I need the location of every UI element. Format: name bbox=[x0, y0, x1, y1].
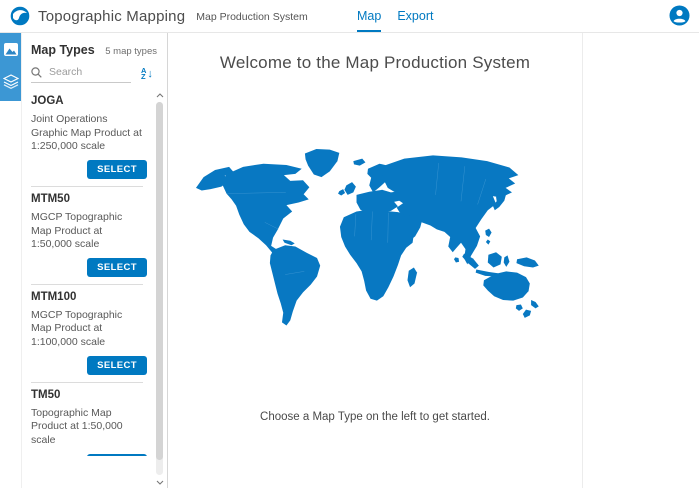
instruction-text: Choose a Map Type on the left to get sta… bbox=[168, 411, 582, 423]
tool-block bbox=[0, 33, 21, 101]
app-body: Map Types 5 map types A Z ↓ bbox=[0, 33, 699, 488]
map-type-name: JOGA bbox=[31, 95, 143, 107]
sort-az-icon[interactable]: A Z ↓ bbox=[141, 68, 153, 81]
map-type-list: JOGA Joint Operations Graphic Map Produc… bbox=[22, 89, 167, 456]
world-map-image bbox=[177, 121, 573, 344]
map-preview-icon[interactable] bbox=[0, 33, 22, 65]
select-button[interactable]: SELECT bbox=[87, 160, 147, 179]
app-title: Topographic Mapping bbox=[38, 8, 185, 25]
select-button[interactable]: SELECT bbox=[87, 258, 147, 277]
globe-icon bbox=[10, 6, 30, 26]
map-type-name: MTM50 bbox=[31, 193, 143, 205]
tab-map[interactable]: Map bbox=[357, 0, 381, 32]
map-types-panel: Map Types 5 map types A Z ↓ bbox=[22, 33, 168, 488]
welcome-heading: Welcome to the Map Production System bbox=[168, 53, 582, 73]
map-type-list-item: JOGA Joint Operations Graphic Map Produc… bbox=[31, 89, 143, 187]
main-area: Welcome to the Map Production System bbox=[168, 33, 699, 488]
map-type-name: MTM100 bbox=[31, 291, 143, 303]
scrollbar-thumb[interactable] bbox=[156, 102, 163, 460]
header-tabs: Map Export bbox=[357, 0, 433, 32]
sidebar-scrollbar bbox=[155, 90, 164, 487]
chevron-up-icon[interactable] bbox=[156, 90, 164, 100]
search-box bbox=[31, 65, 131, 83]
panel-head: Map Types 5 map types bbox=[22, 33, 167, 61]
select-button[interactable]: SELECT bbox=[87, 356, 147, 375]
map-type-description: MGCP Topographic Map Product at 1:100,00… bbox=[31, 309, 143, 350]
welcome-frame: Welcome to the Map Production System bbox=[168, 33, 583, 488]
tool-strip bbox=[0, 33, 22, 488]
app-header: Topographic Mapping Map Production Syste… bbox=[0, 0, 699, 33]
map-type-list-item: MTM100 MGCP Topographic Map Product at 1… bbox=[31, 285, 143, 383]
panel-title: Map Types bbox=[31, 43, 95, 57]
user-avatar-icon[interactable] bbox=[669, 5, 690, 26]
sort-arrow: ↓ bbox=[147, 68, 153, 80]
map-type-description: MGCP Topographic Map Product at 1:50,000… bbox=[31, 211, 143, 252]
map-type-description: Joint Operations Graphic Map Product at … bbox=[31, 113, 143, 154]
map-type-description: Topographic Map Product at 1:50,000 scal… bbox=[31, 407, 143, 448]
tab-export[interactable]: Export bbox=[397, 0, 433, 32]
map-type-count: 5 map types bbox=[105, 46, 157, 57]
scrollbar-track[interactable] bbox=[156, 102, 163, 475]
layers-icon[interactable] bbox=[0, 65, 22, 97]
app-subtitle: Map Production System bbox=[196, 9, 307, 23]
map-type-list-item: TM50 Topographic Map Product at 1:50,000… bbox=[31, 383, 143, 456]
search-row: A Z ↓ bbox=[22, 61, 167, 85]
map-type-name: TM50 bbox=[31, 389, 143, 401]
search-icon bbox=[31, 67, 42, 78]
chevron-down-icon[interactable] bbox=[156, 477, 164, 487]
sort-letter-z: Z bbox=[141, 74, 146, 81]
select-button[interactable]: SELECT bbox=[87, 454, 147, 456]
search-input[interactable] bbox=[47, 65, 129, 79]
map-type-list-item: MTM50 MGCP Topographic Map Product at 1:… bbox=[31, 187, 143, 285]
